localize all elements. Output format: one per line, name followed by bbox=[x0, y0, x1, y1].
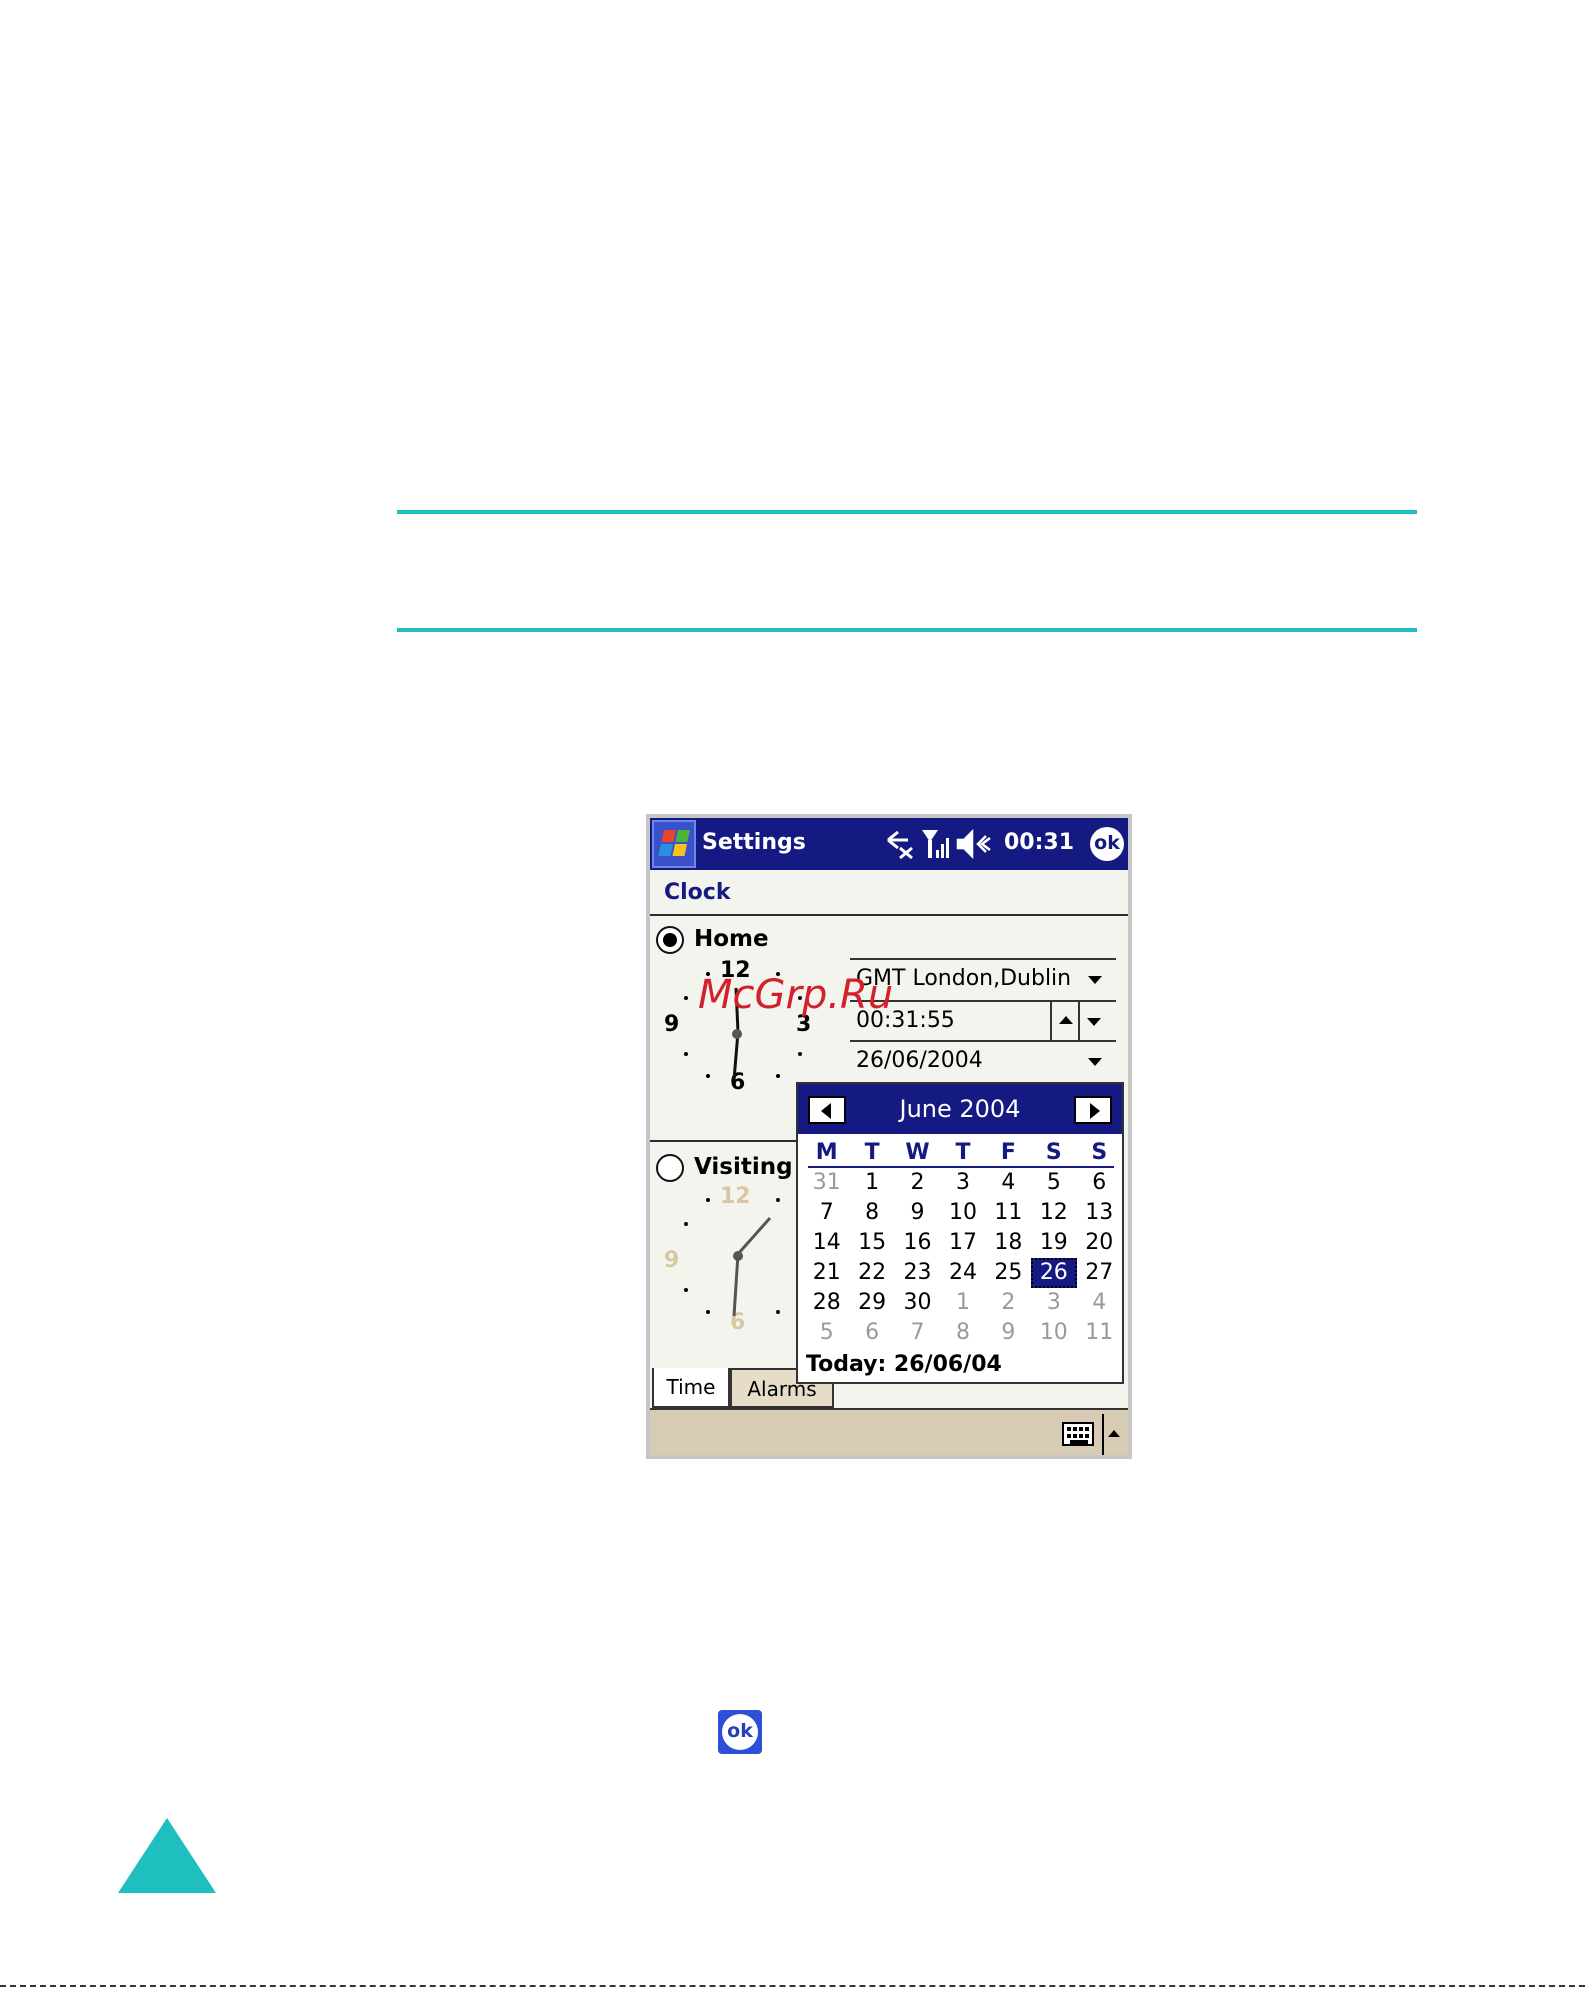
calendar-day[interactable]: 10 bbox=[940, 1198, 985, 1228]
calendar-day[interactable]: 12 bbox=[1031, 1198, 1076, 1228]
spin-down-button[interactable] bbox=[1078, 1002, 1106, 1040]
connectivity-icon bbox=[887, 830, 913, 860]
calendar-day[interactable]: 14 bbox=[804, 1228, 849, 1258]
weekday-label: W bbox=[905, 1140, 930, 1165]
chevron-down-icon bbox=[1088, 1058, 1102, 1066]
home-radio[interactable] bbox=[656, 926, 684, 954]
weekday-label: S bbox=[1091, 1140, 1108, 1165]
calendar-week-row: 14 15 16 17 18 19 20 bbox=[804, 1228, 1122, 1258]
page-bottom-border bbox=[0, 1985, 1585, 1987]
date-dropdown[interactable]: 26/06/2004 bbox=[850, 1040, 1116, 1080]
calendar-day[interactable]: 17 bbox=[940, 1228, 985, 1258]
weekday-label: T bbox=[864, 1140, 880, 1165]
corner-triangle bbox=[118, 1818, 216, 1893]
calendar-day[interactable]: 2 bbox=[895, 1168, 940, 1198]
status-icons[interactable] bbox=[886, 828, 998, 860]
calendar-day[interactable]: 15 bbox=[849, 1228, 894, 1258]
calendar-day[interactable]: 31 bbox=[804, 1168, 849, 1198]
section-divider bbox=[650, 1140, 796, 1142]
calendar-day[interactable]: 2 bbox=[986, 1288, 1031, 1318]
input-menu-arrow-icon[interactable] bbox=[1108, 1430, 1120, 1437]
weekday-label: S bbox=[1045, 1140, 1062, 1165]
visiting-analog-clock: 12 6 9 bbox=[650, 1184, 810, 1335]
ok-button[interactable]: ok bbox=[1090, 827, 1124, 861]
next-month-button[interactable] bbox=[1074, 1096, 1112, 1124]
calendar-day[interactable]: 27 bbox=[1077, 1258, 1122, 1288]
calendar-day[interactable]: 11 bbox=[986, 1198, 1031, 1228]
visiting-label: Visiting bbox=[694, 1154, 793, 1180]
ok-icon: ok bbox=[718, 1710, 762, 1754]
calendar-day[interactable]: 26 bbox=[1031, 1258, 1077, 1288]
bottom-rule bbox=[397, 628, 1417, 632]
calendar-day[interactable]: 29 bbox=[849, 1288, 894, 1318]
weekday-label: T bbox=[955, 1140, 971, 1165]
windows-flag-icon bbox=[658, 830, 692, 858]
calendar-day[interactable]: 18 bbox=[986, 1228, 1031, 1258]
calendar-day[interactable]: 30 bbox=[895, 1288, 940, 1318]
visiting-radio[interactable] bbox=[656, 1154, 684, 1182]
top-rule bbox=[397, 510, 1417, 514]
menu-bar bbox=[650, 1408, 1128, 1455]
start-menu-button[interactable] bbox=[652, 820, 696, 868]
calendar-day[interactable]: 10 bbox=[1031, 1318, 1076, 1348]
signal-icon bbox=[922, 830, 949, 858]
spin-up-button[interactable] bbox=[1050, 1002, 1078, 1040]
calendar-day[interactable]: 8 bbox=[849, 1198, 894, 1228]
speaker-muted-icon bbox=[956, 828, 991, 860]
input-divider bbox=[1102, 1414, 1104, 1455]
chevron-down-icon bbox=[1088, 976, 1102, 984]
calendar-week-row: 28 29 30 1 2 3 4 bbox=[804, 1288, 1122, 1318]
calendar-grid: M T W T F S S 31 1 2 3 4 5 6 7 8 9 10 11 12 13 14 15 16 1… bbox=[804, 1138, 1122, 1348]
home-label: Home bbox=[694, 926, 769, 952]
calendar-day[interactable]: 1 bbox=[940, 1288, 985, 1318]
calendar-day[interactable]: 1 bbox=[849, 1168, 894, 1198]
prev-month-button[interactable] bbox=[808, 1096, 846, 1124]
visiting-clock-hands bbox=[684, 1198, 780, 1317]
calendar-day[interactable]: 9 bbox=[895, 1198, 940, 1228]
app-title: Settings bbox=[702, 830, 806, 855]
calendar-day[interactable]: 6 bbox=[1077, 1168, 1122, 1198]
page-title: Clock bbox=[664, 880, 731, 905]
calendar-day[interactable]: 8 bbox=[940, 1318, 985, 1348]
calendar-day[interactable]: 13 bbox=[1077, 1198, 1122, 1228]
header-divider bbox=[650, 914, 1128, 916]
weekday-row: M T W T F S S bbox=[804, 1138, 1122, 1168]
calendar-week-row: 21 22 23 24 25 26 27 bbox=[804, 1258, 1122, 1288]
calendar-day[interactable]: 4 bbox=[986, 1168, 1031, 1198]
calendar-day[interactable]: 6 bbox=[849, 1318, 894, 1348]
calendar-day[interactable]: 7 bbox=[804, 1198, 849, 1228]
calendar-day[interactable]: 21 bbox=[804, 1258, 849, 1288]
keyboard-icon[interactable] bbox=[1062, 1422, 1094, 1446]
calendar-day[interactable]: 3 bbox=[940, 1168, 985, 1198]
calendar-day[interactable]: 3 bbox=[1031, 1288, 1076, 1318]
date-value: 26/06/2004 bbox=[856, 1048, 983, 1073]
calendar-day[interactable]: 20 bbox=[1077, 1228, 1122, 1258]
calendar-day[interactable]: 16 bbox=[895, 1228, 940, 1258]
calendar-day[interactable]: 11 bbox=[1077, 1318, 1122, 1348]
calendar-day[interactable]: 7 bbox=[895, 1318, 940, 1348]
tab-time[interactable]: Time bbox=[652, 1368, 730, 1408]
calendar-day[interactable]: 24 bbox=[940, 1258, 985, 1288]
device-screen: Settings 00:31 ok Clock Home 12 3 6 9 GM… bbox=[646, 814, 1132, 1459]
calendar-day[interactable]: 22 bbox=[849, 1258, 894, 1288]
calendar-day[interactable]: 4 bbox=[1077, 1288, 1122, 1318]
calendar-header: June 2004 bbox=[798, 1084, 1122, 1134]
calendar-week-row: 7 8 9 10 11 12 13 bbox=[804, 1198, 1122, 1228]
today-link[interactable]: Today: 26/06/04 bbox=[806, 1352, 1002, 1377]
calendar-week-row: 31 1 2 3 4 5 6 bbox=[804, 1168, 1122, 1198]
status-time[interactable]: 00:31 bbox=[1004, 830, 1074, 855]
calendar-day[interactable]: 19 bbox=[1031, 1228, 1076, 1258]
calendar-popup: June 2004 M T W T F S S 31 1 2 3 4 5 6 7 8 9 10 11 1… bbox=[796, 1082, 1124, 1384]
calendar-week-row: 5 6 7 8 9 10 11 bbox=[804, 1318, 1122, 1348]
watermark: McGrp.Ru bbox=[698, 972, 894, 1018]
calendar-day[interactable]: 28 bbox=[804, 1288, 849, 1318]
calendar-day[interactable]: 9 bbox=[986, 1318, 1031, 1348]
calendar-day[interactable]: 23 bbox=[895, 1258, 940, 1288]
weekday-label: M bbox=[815, 1140, 838, 1165]
calendar-day[interactable]: 5 bbox=[804, 1318, 849, 1348]
title-bar: Settings 00:31 ok bbox=[650, 818, 1128, 870]
calendar-day[interactable]: 5 bbox=[1031, 1168, 1076, 1198]
weekday-label: F bbox=[1000, 1140, 1016, 1165]
calendar-day[interactable]: 25 bbox=[986, 1258, 1031, 1288]
